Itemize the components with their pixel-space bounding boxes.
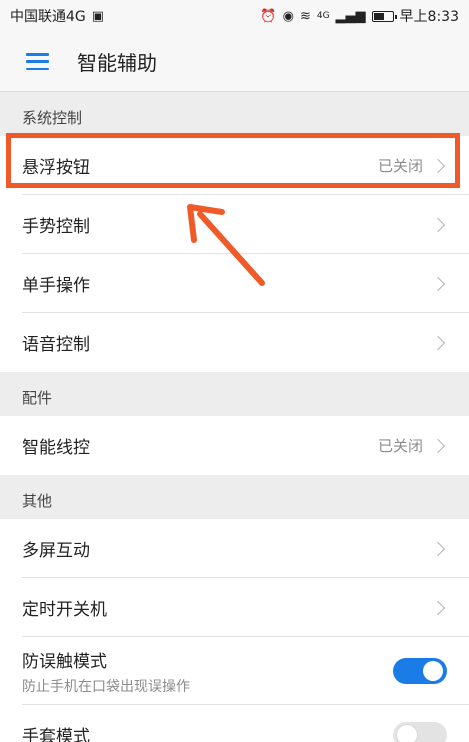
glove-mode-item: 手套模式: [0, 705, 469, 742]
signal-icon: 4G: [316, 11, 330, 21]
chevron-right-icon: [430, 276, 446, 291]
pocket-mode-toggle[interactable]: [393, 658, 447, 684]
item-label: 悬浮按钮: [22, 158, 90, 178]
app-bar: 智能辅助: [0, 32, 469, 92]
chevron-right-icon: [430, 541, 446, 556]
scheduled-power-item[interactable]: 定时开关机: [0, 578, 469, 637]
eye-icon: ◉: [282, 8, 294, 24]
item-label: 智能线控: [22, 438, 90, 458]
battery-icon: [371, 10, 397, 22]
glove-mode-toggle[interactable]: [393, 721, 447, 742]
item-status: 已关闭: [377, 437, 423, 455]
multi-screen-item[interactable]: 多屏互动: [0, 519, 469, 578]
item-label: 手势控制: [22, 217, 90, 237]
voice-control-item[interactable]: 语音控制: [0, 313, 469, 372]
chevron-right-icon: [430, 600, 446, 615]
chevron-right-icon: [430, 335, 446, 350]
chevron-right-icon: [430, 438, 446, 453]
hamburger-menu-icon[interactable]: [26, 53, 49, 70]
carrier-label: 中国联通4G: [10, 9, 86, 25]
item-status: 已关闭: [377, 157, 423, 175]
section-header-other: 其他: [0, 475, 469, 519]
item-description: 防止手机在口袋出现误操作: [22, 678, 190, 695]
pocket-mode-item: 防误触模式 防止手机在口袋出现误操作: [0, 637, 469, 705]
item-label: 单手操作: [22, 276, 90, 296]
page-title: 智能辅助: [77, 51, 157, 75]
item-label: 定时开关机: [22, 600, 107, 620]
item-label: 语音控制: [22, 335, 90, 355]
item-label: 手套模式: [22, 727, 90, 742]
notification-icon: ▣: [91, 8, 105, 24]
one-hand-mode-item[interactable]: 单手操作: [0, 254, 469, 313]
signal-bars-icon: ▂▄▆: [335, 8, 366, 24]
smart-wire-control-item[interactable]: 智能线控 已关闭: [0, 416, 469, 475]
item-label: 防误触模式: [22, 651, 107, 672]
wifi-icon: ≋: [299, 8, 311, 24]
section-header-system: 系统控制: [0, 92, 469, 136]
clock: 早上8:33: [399, 9, 459, 25]
floating-button-item[interactable]: 悬浮按钮 已关闭: [0, 136, 469, 195]
section-header-accessories: 配件: [0, 372, 469, 416]
gesture-control-item[interactable]: 手势控制: [0, 195, 469, 254]
chevron-right-icon: [430, 158, 446, 173]
status-bar: 中国联通4G ▣ ⏰ ◉ ≋ 4G ▂▄▆ 早上8:33: [0, 0, 469, 32]
item-label: 多屏互动: [22, 541, 90, 561]
alarm-icon: ⏰: [260, 8, 277, 24]
chevron-right-icon: [430, 217, 446, 232]
